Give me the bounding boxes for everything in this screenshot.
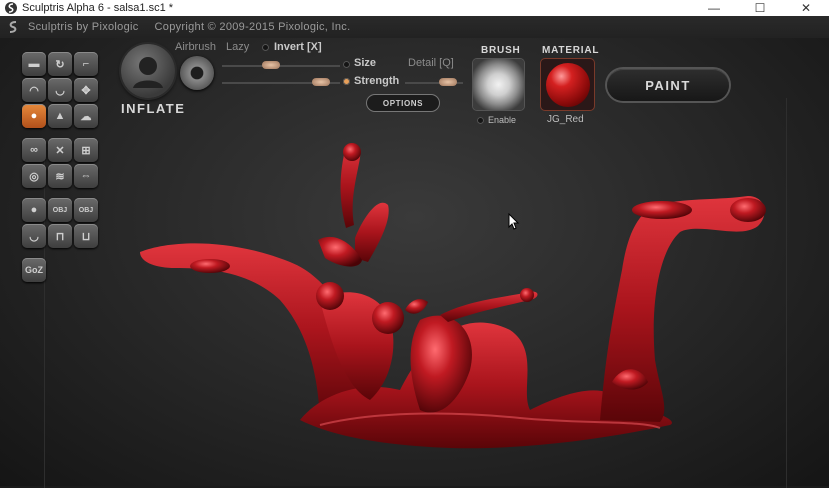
obj-import-icon[interactable]: OBJ bbox=[48, 198, 72, 222]
inflate-icon[interactable]: ● bbox=[22, 104, 46, 128]
size-slider[interactable] bbox=[222, 65, 340, 67]
unlock-icon[interactable]: ⊔ bbox=[74, 224, 98, 248]
cup-icon[interactable]: ◡ bbox=[22, 224, 46, 248]
rotate-icon[interactable]: ↻ bbox=[48, 52, 72, 76]
pinch-icon[interactable]: ▲ bbox=[48, 104, 72, 128]
grid-icon[interactable]: ⊞ bbox=[74, 138, 98, 162]
grab-icon[interactable]: ✥ bbox=[74, 78, 98, 102]
material-panel-title: MATERIAL bbox=[542, 45, 600, 56]
brush-alpha-swatch[interactable] bbox=[473, 59, 524, 110]
brush-preview-icon[interactable] bbox=[121, 44, 175, 98]
detail-slider-knob[interactable] bbox=[439, 78, 457, 86]
crease-icon[interactable]: ⌐ bbox=[74, 52, 98, 76]
size-slider-knob[interactable] bbox=[262, 61, 280, 69]
tool-palette: ▬ ↻ ⌐ ◠ ◡ ✥ ● ▲ ☁ ∞ ✕ ⊞ ◎ ≋ ⇔ ● OBJ OBJ … bbox=[22, 52, 102, 284]
flatten-icon[interactable]: ▬ bbox=[22, 52, 46, 76]
options-button[interactable]: OPTIONS bbox=[366, 94, 440, 112]
detail-label[interactable]: Detail [Q] bbox=[408, 57, 454, 69]
size-toggle[interactable] bbox=[343, 61, 350, 68]
wave-icon[interactable]: ≋ bbox=[48, 164, 72, 188]
lazy-label[interactable]: Lazy bbox=[226, 41, 249, 53]
material-sphere-icon bbox=[545, 62, 590, 107]
strength-slider-knob[interactable] bbox=[312, 78, 330, 86]
strength-toggle[interactable] bbox=[343, 78, 350, 85]
draw-icon[interactable]: ◠ bbox=[22, 78, 46, 102]
invert-label[interactable]: Invert [X] bbox=[274, 41, 322, 53]
brush-falloff-icon[interactable] bbox=[180, 56, 214, 90]
material-name: JG_Red bbox=[547, 114, 584, 125]
invert-toggle[interactable] bbox=[262, 44, 269, 51]
lock-icon[interactable]: ⊓ bbox=[48, 224, 72, 248]
move-arrows-icon[interactable]: ⇔ bbox=[74, 164, 98, 188]
material-swatch[interactable] bbox=[541, 59, 594, 110]
brush-name: INFLATE bbox=[121, 101, 186, 116]
mouse-cursor-icon bbox=[508, 213, 520, 230]
inflate-head-icon bbox=[133, 57, 163, 88]
airbrush-label[interactable]: Airbrush bbox=[175, 41, 216, 53]
sphere-icon[interactable]: ◎ bbox=[22, 164, 46, 188]
obj-export-icon[interactable]: OBJ bbox=[74, 198, 98, 222]
mask-icon[interactable]: ✕ bbox=[48, 138, 72, 162]
brush-enable-label[interactable]: Enable bbox=[488, 115, 516, 125]
symmetry-icon[interactable]: ∞ bbox=[22, 138, 46, 162]
smooth-icon[interactable]: ◡ bbox=[48, 78, 72, 102]
goz-button[interactable]: GoZ bbox=[22, 258, 46, 282]
brush-enable-toggle[interactable] bbox=[477, 117, 484, 124]
strength-label: Strength bbox=[354, 75, 400, 87]
size-label: Size bbox=[354, 57, 377, 69]
flatten-cloud-icon[interactable]: ☁ bbox=[74, 104, 98, 128]
paint-button[interactable]: PAINT bbox=[607, 69, 729, 101]
ball-icon[interactable]: ● bbox=[22, 198, 46, 222]
brush-panel-title: BRUSH bbox=[481, 45, 521, 56]
